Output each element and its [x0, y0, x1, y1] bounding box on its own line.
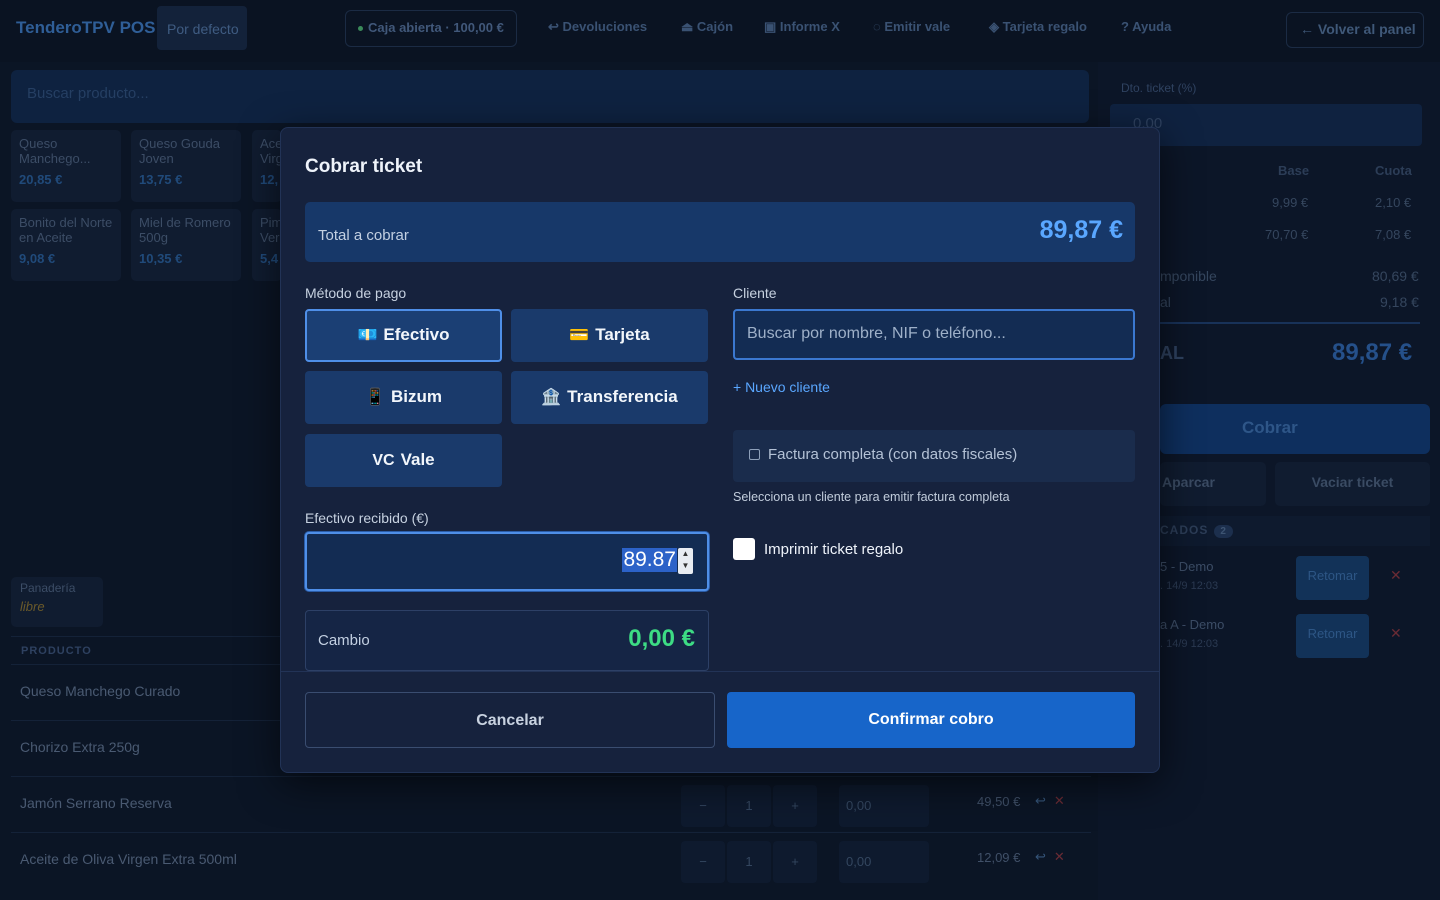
- full-invoice-toggle[interactable]: Factura completa (con datos fiscales): [733, 430, 1135, 482]
- amount-due-label: Total a cobrar: [318, 227, 409, 244]
- voucher-icon: VC: [372, 452, 395, 469]
- cash-received-label: Efectivo recibido (€): [305, 510, 429, 526]
- method-label: Efectivo: [383, 325, 450, 344]
- invoice-label: Factura completa (con datos fiscales): [768, 446, 1018, 463]
- payment-dialog: Cobrar ticket Total a cobrar 89,87 € Mét…: [280, 127, 1160, 773]
- new-client-link[interactable]: + Nuevo cliente: [733, 379, 830, 395]
- bank-icon: 🏦: [541, 389, 562, 406]
- cash-received-value: 89.87: [622, 548, 677, 572]
- cancel-button[interactable]: Cancelar: [305, 692, 715, 748]
- method-label: Bizum: [390, 387, 442, 406]
- method-cash-button[interactable]: 💶 Efectivo: [305, 309, 502, 362]
- method-label: Transferencia: [567, 387, 678, 406]
- change-value: 0,00 €: [628, 625, 695, 652]
- gift-receipt-label: Imprimir ticket regalo: [764, 541, 904, 558]
- change-label: Cambio: [318, 632, 370, 649]
- method-bizum-button[interactable]: 📱 Bizum: [305, 371, 502, 424]
- invoice-hint: Selecciona un cliente para emitir factur…: [733, 490, 1010, 504]
- number-spinner-icon[interactable]: ▲ ▼: [678, 548, 693, 574]
- method-voucher-button[interactable]: VC Vale: [305, 434, 502, 487]
- confirm-payment-button[interactable]: Confirmar cobro: [727, 692, 1135, 748]
- client-label: Cliente: [733, 285, 777, 301]
- method-card-button[interactable]: 💳 Tarjeta: [511, 309, 708, 362]
- amount-due-value: 89,87 €: [1039, 216, 1123, 244]
- cash-received-input[interactable]: 89.87 ▲ ▼: [305, 532, 709, 591]
- gift-receipt-checkbox[interactable]: [733, 538, 755, 560]
- client-search-input[interactable]: Buscar por nombre, NIF o teléfono...: [733, 309, 1135, 360]
- dialog-footer-divider: [281, 671, 1159, 672]
- amount-due-box: Total a cobrar 89,87 €: [305, 202, 1135, 262]
- method-label: Tarjeta: [595, 325, 650, 344]
- dialog-title: Cobrar ticket: [305, 156, 423, 177]
- mobile-phone-icon: 📱: [365, 389, 385, 406]
- cash-icon: 💶: [357, 327, 378, 344]
- method-transfer-button[interactable]: 🏦 Transferencia: [511, 371, 708, 424]
- payment-method-label: Método de pago: [305, 285, 407, 301]
- invoice-checkbox[interactable]: [749, 449, 760, 460]
- change-box: Cambio 0,00 €: [305, 610, 709, 671]
- method-label: Vale: [400, 450, 435, 469]
- credit-card-icon: 💳: [569, 327, 590, 344]
